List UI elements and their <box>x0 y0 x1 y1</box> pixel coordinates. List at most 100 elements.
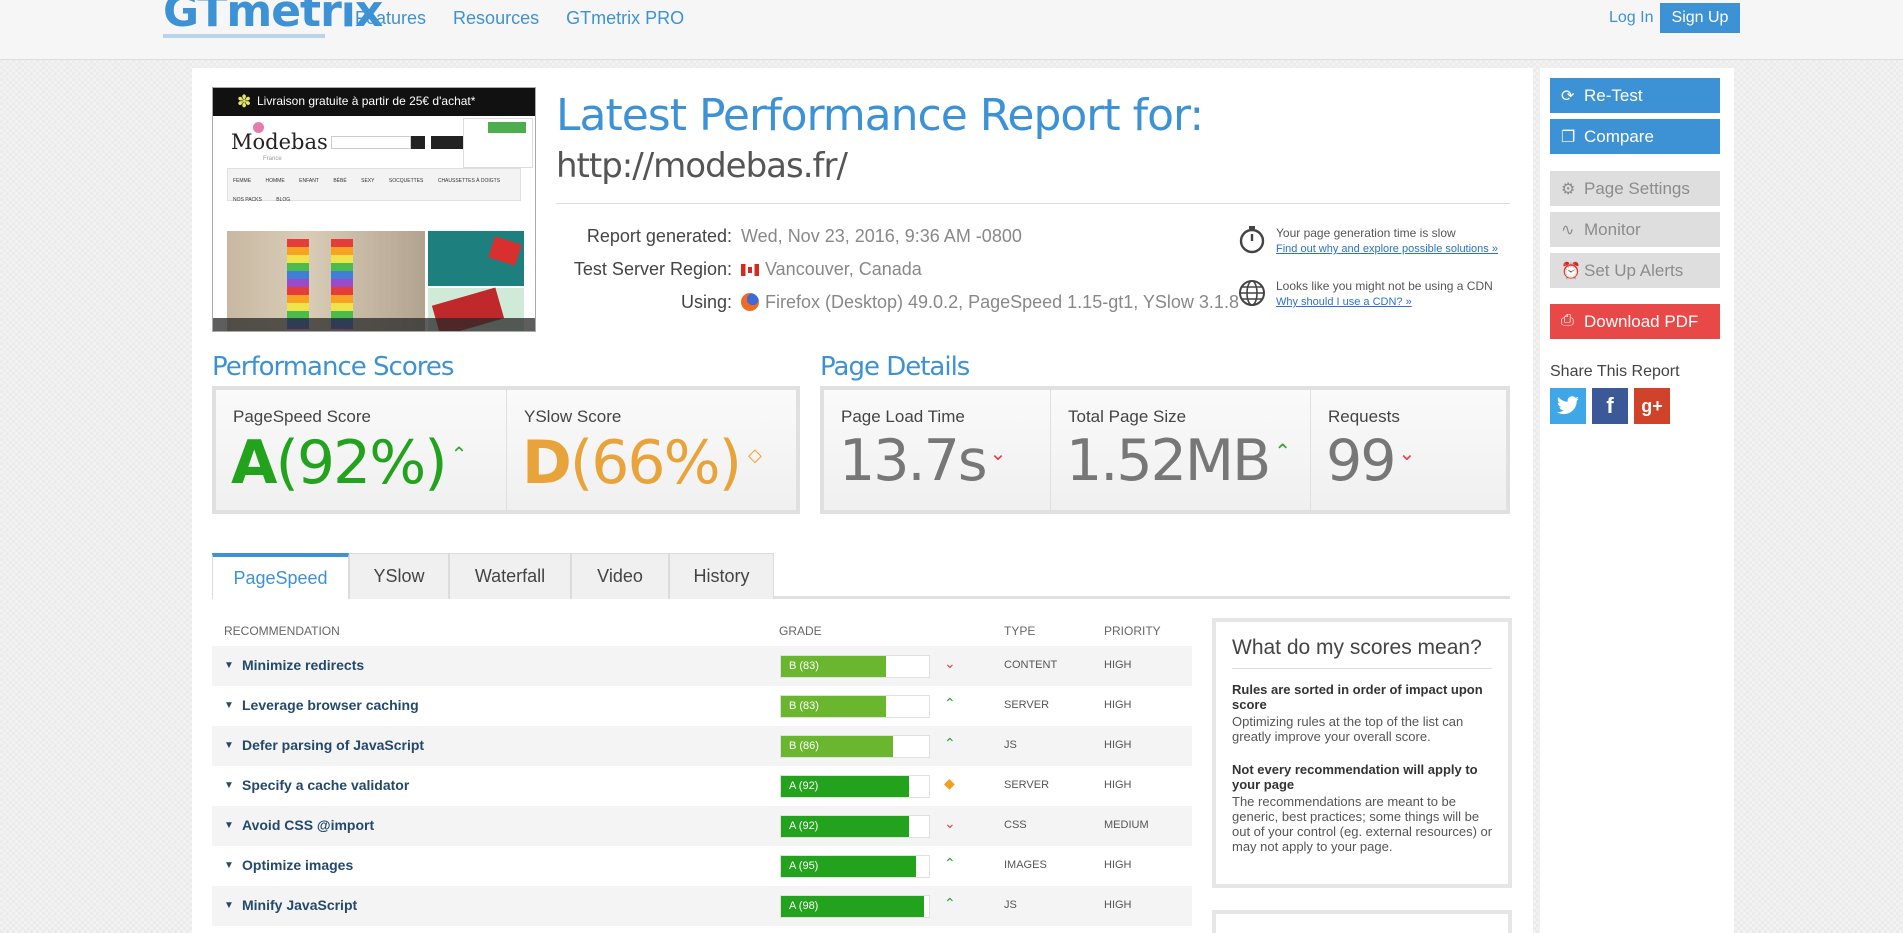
grade-bar-fill: B (86) <box>781 736 893 757</box>
meaning-text-1: Optimizing rules at the top of the list … <box>1232 714 1464 744</box>
nav-resources[interactable]: Resources <box>453 8 539 29</box>
page-screenshot-thumbnail: ✽ Livraison gratuite à partir de 25€ d'a… <box>212 87 536 332</box>
login-link[interactable]: Log In <box>1609 9 1653 27</box>
thumb-search-button <box>411 136 425 149</box>
pagespeed-score-value: A(92%) ⌃ <box>231 428 468 498</box>
pdf-icon: ⎙ <box>1561 312 1574 329</box>
using-label: Using: <box>680 292 732 312</box>
recommendation-name[interactable]: Avoid CSS @import <box>242 817 374 833</box>
table-row[interactable]: ▼ Minimize redirects B (83) ⌄ CONTENT HIGH <box>212 646 1192 686</box>
recommendation-name[interactable]: Minify JavaScript <box>242 897 357 913</box>
table-row[interactable]: ▼ Specify a cache validator A (92) ◆ SERVER H… <box>212 766 1192 806</box>
scores-meaning-title: What do my scores mean? <box>1232 636 1482 659</box>
copy-icon: ❐ <box>1561 129 1576 146</box>
grade-bar-fill: B (83) <box>781 696 886 717</box>
signup-button[interactable]: Sign Up <box>1660 3 1740 33</box>
using-text: Firefox (Desktop) 49.0.2, PageSpeed 1.15… <box>765 292 1239 312</box>
recommendation-name[interactable]: Specify a cache validator <box>242 777 409 793</box>
alert-cdn-link[interactable]: Why should I use a CDN? » <box>1276 296 1412 308</box>
total-page-size-number: 1.52MB <box>1066 428 1271 494</box>
tab-history[interactable]: History <box>669 553 774 599</box>
gear-icon: ⚙ <box>1561 181 1576 198</box>
facebook-icon[interactable]: f <box>1592 388 1628 424</box>
table-row[interactable]: ▼ Optimize images A (95) ⌃ IMAGES HIGH <box>212 846 1192 886</box>
pagespeed-score-cell: PageSpeed Score A(92%) ⌃ <box>216 390 506 510</box>
thumb-promo-text: Livraison gratuite à partir de 25€ d'ach… <box>257 94 476 108</box>
page-settings-label: Page Settings <box>1584 178 1690 198</box>
expand-caret-icon[interactable]: ▼ <box>224 900 234 911</box>
recommendation-type: SERVER <box>1004 699 1050 711</box>
expand-caret-icon[interactable]: ▼ <box>224 860 234 871</box>
thumb-login-popup <box>463 118 533 168</box>
performance-scores-box: PageSpeed Score A(92%) ⌃ YSlow Score D(66… <box>212 386 800 514</box>
google-plus-icon[interactable]: g+ <box>1634 388 1670 424</box>
trend-down-icon: ⌄ <box>944 655 956 671</box>
requests-value: 99 ⌄ <box>1326 428 1416 494</box>
gtmetrix-logo[interactable]: GTmetrix <box>163 0 383 37</box>
set-up-alerts-button[interactable]: ⏰ Set Up Alerts <box>1550 253 1720 288</box>
recommendation-priority: HIGH <box>1104 859 1132 871</box>
recommendation-name[interactable]: Defer parsing of JavaScript <box>242 737 424 753</box>
thumb-promo-bar: ✽ Livraison gratuite à partir de 25€ d'a… <box>213 88 535 116</box>
monitor-button[interactable]: ∿ Monitor <box>1550 212 1720 247</box>
expand-caret-icon[interactable]: ▼ <box>224 700 234 711</box>
thumb-menu: FEMME HOMME ENFANT BÉBÉ SEXY SOCQUETTES … <box>227 168 521 203</box>
expand-caret-icon[interactable]: ▼ <box>224 780 234 791</box>
thumb-menu-item: ENFANT <box>299 178 319 184</box>
recommendation-priority: MEDIUM <box>1104 819 1149 831</box>
trend-up-icon: ⌃ <box>1274 439 1291 463</box>
download-pdf-button[interactable]: ⎙ Download PDF <box>1550 304 1720 339</box>
table-row[interactable]: ▼ Avoid CSS @import A (92) ⌄ CSS MEDIUM <box>212 806 1192 846</box>
page-load-time-value: 13.7s ⌄ <box>839 428 1006 494</box>
test-region-text: Vancouver, Canada <box>765 259 922 279</box>
col-priority: PRIORITY <box>1104 624 1161 638</box>
recommendation-type: CSS <box>1004 819 1027 831</box>
thumb-menu-item: FEMME <box>233 178 252 184</box>
tab-waterfall[interactable]: Waterfall <box>449 553 571 599</box>
alert-generation-time-link[interactable]: Find out why and explore possible soluti… <box>1276 243 1498 255</box>
grade-bar: A (98) <box>780 895 930 918</box>
grade-bar-fill: A (95) <box>781 856 916 877</box>
page-details-box: Page Load Time 13.7s ⌄ Total Page Size 1.… <box>820 386 1510 514</box>
table-row[interactable]: ▼ Minify JavaScript A (98) ⌃ JS HIGH <box>212 886 1192 926</box>
nav-gtmetrix-pro[interactable]: GTmetrix PRO <box>566 8 684 29</box>
retest-label: Re-Test <box>1584 85 1643 105</box>
expand-caret-icon[interactable]: ▼ <box>224 820 234 831</box>
recommendation-name[interactable]: Leverage browser caching <box>242 697 419 713</box>
trend-down-icon: ⌄ <box>1398 441 1416 465</box>
trend-same-icon: ◇ <box>748 445 762 466</box>
grade-bar: A (95) <box>780 855 930 878</box>
page-settings-button[interactable]: ⚙ Page Settings <box>1550 171 1720 206</box>
compare-label: Compare <box>1584 126 1654 146</box>
retest-button[interactable]: ⟳ Re-Test <box>1550 78 1720 113</box>
nav-features[interactable]: Features <box>355 8 426 29</box>
pagespeed-percent: (92%) <box>275 428 447 498</box>
yslow-score-cell: YSlow Score D(66%) ◇ <box>506 390 796 510</box>
canada-flag-icon <box>741 264 759 276</box>
refresh-icon: ⟳ <box>1561 88 1575 105</box>
share-report-title: Share This Report <box>1550 363 1680 380</box>
alert-cdn-text: Looks like you might not be using a CDN <box>1276 279 1493 293</box>
tab-video[interactable]: Video <box>571 553 669 599</box>
expand-caret-icon[interactable]: ▼ <box>224 740 234 751</box>
compare-button[interactable]: ❐ Compare <box>1550 119 1720 154</box>
recommendation-name[interactable]: Minimize redirects <box>242 657 364 673</box>
twitter-icon[interactable] <box>1550 388 1586 424</box>
meaning-heading-2: Not every recommendation will apply to y… <box>1232 762 1478 792</box>
trend-up-icon: ⌃ <box>944 695 956 711</box>
alert-generation-time-text: Your page generation time is slow <box>1276 226 1456 240</box>
table-row[interactable]: ▼ Defer parsing of JavaScript B (86) ⌃ JS HIG… <box>212 726 1192 766</box>
requests-number: 99 <box>1326 428 1397 494</box>
tab-pagespeed[interactable]: PageSpeed <box>212 553 349 599</box>
trend-up-icon: ⌃ <box>450 442 468 466</box>
expand-caret-icon[interactable]: ▼ <box>224 660 234 671</box>
divider <box>556 203 1510 204</box>
table-row[interactable]: ▼ Leverage browser caching B (83) ⌃ SERVER HI… <box>212 686 1192 726</box>
page-details-title: Page Details <box>820 352 970 382</box>
report-generated-value: Wed, Nov 23, 2016, 9:36 AM -0800 <box>741 226 1022 246</box>
tab-yslow[interactable]: YSlow <box>349 553 449 599</box>
grade-bar: B (83) <box>780 695 930 718</box>
recommendation-name[interactable]: Optimize images <box>242 857 353 873</box>
thumb-menu-item: SOCQUETTES <box>388 178 424 184</box>
page-load-time-cell: Page Load Time 13.7s ⌄ <box>824 390 1050 510</box>
